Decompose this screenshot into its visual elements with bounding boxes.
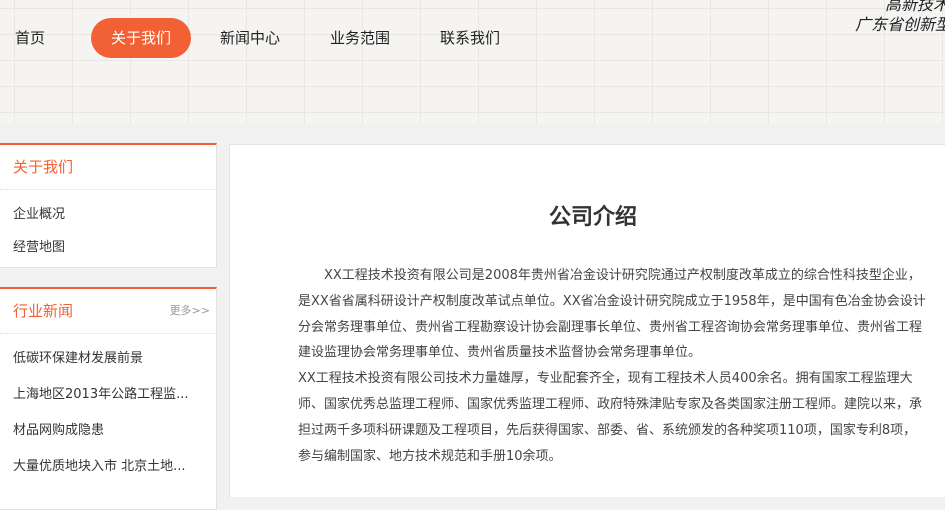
sidebar-news-title: 行业新闻 [13, 302, 74, 320]
nav-about-us[interactable]: 关于我们 [91, 18, 191, 58]
main-content: 公司介绍 XX工程技术投资有限公司是2008年贵州省冶金设计研究院通过产权制度改… [229, 144, 945, 497]
nav-news-center[interactable]: 新闻中心 [210, 18, 290, 58]
sidebar-about-box: 关于我们 企业概况 经营地图 [0, 143, 217, 268]
site-header: 高新技术 广东省创新型 首页 关于我们 新闻中心 业务范围 联系我们 [0, 0, 945, 124]
article-paragraph-1: XX工程技术投资有限公司是2008年贵州省冶金设计研究院通过产权制度改革成立的综… [298, 268, 926, 361]
news-more-link[interactable]: 更多>> [170, 289, 210, 333]
nav-contact-us[interactable]: 联系我们 [430, 18, 510, 58]
header-tagline-2: 广东省创新型 [854, 15, 945, 34]
news-item[interactable]: 上海地区2013年公路工程监... [0, 377, 216, 413]
article-body: XX工程技术投资有限公司是2008年贵州省冶金设计研究院通过产权制度改革成立的综… [298, 263, 928, 469]
sidebar-news-box: 行业新闻 更多>> 低碳环保建材发展前景 上海地区2013年公路工程监... 材… [0, 287, 217, 510]
article-paragraph-2: XX工程技术投资有限公司技术力量雄厚，专业配套齐全，现有工程技术人员400余名。… [298, 371, 923, 464]
page-title: 公司介绍 [548, 205, 637, 230]
sidebar-link-business-map[interactable]: 经营地图 [0, 231, 216, 264]
news-item[interactable]: 大量优质地块入市 北京土地... [0, 449, 216, 485]
sidebar-about-title: 关于我们 [0, 145, 216, 190]
sidebar-news-header: 行业新闻 更多>> [0, 289, 216, 334]
nav-home[interactable]: 首页 [0, 18, 60, 58]
news-item[interactable]: 材品网购成隐患 [0, 413, 216, 449]
news-item[interactable]: 低碳环保建材发展前景 [0, 341, 216, 377]
nav-business-scope[interactable]: 业务范围 [320, 18, 400, 58]
sidebar-link-company-overview[interactable]: 企业概况 [0, 198, 216, 231]
